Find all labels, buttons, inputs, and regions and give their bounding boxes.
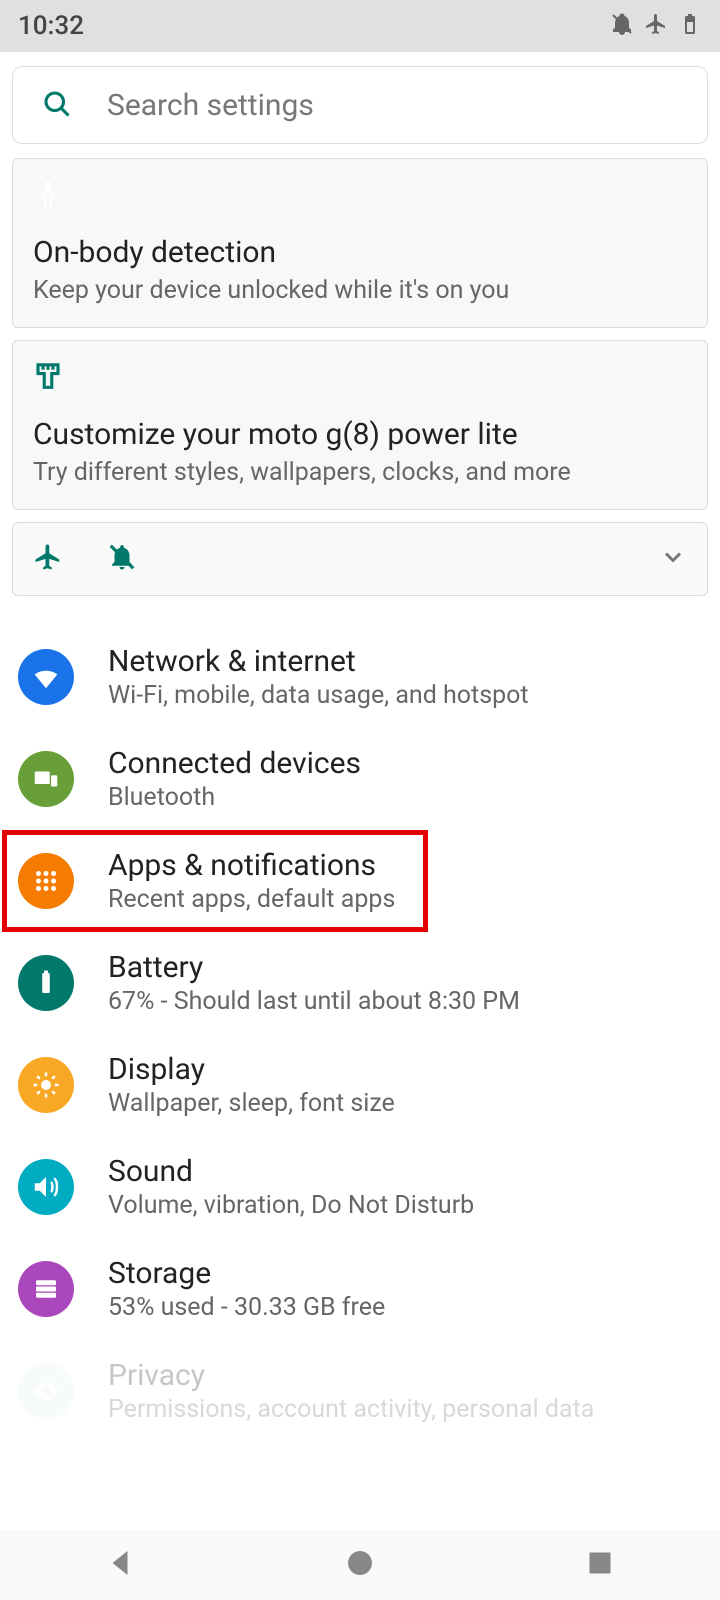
item-title: Privacy bbox=[108, 1358, 594, 1393]
airplane-icon[interactable] bbox=[33, 542, 63, 576]
item-title: Display bbox=[108, 1052, 395, 1087]
card-title: On-body detection bbox=[33, 235, 687, 270]
item-title: Connected devices bbox=[108, 746, 361, 781]
dnd-off-icon bbox=[610, 12, 634, 40]
chevron-down-icon[interactable] bbox=[659, 543, 687, 575]
navigation-bar bbox=[0, 1530, 720, 1600]
settings-item-storage[interactable]: Storage 53% used - 30.33 GB free bbox=[12, 1238, 708, 1340]
settings-item-battery[interactable]: Battery 67% - Should last until about 8:… bbox=[12, 932, 708, 1034]
status-time: 10:32 bbox=[18, 11, 84, 41]
item-sub: Recent apps, default apps bbox=[108, 885, 395, 914]
item-title: Network & internet bbox=[108, 644, 529, 679]
item-sub: Volume, vibration, Do Not Disturb bbox=[108, 1191, 474, 1220]
search-placeholder: Search settings bbox=[107, 88, 314, 123]
item-sub: Permissions, account activity, personal … bbox=[108, 1395, 594, 1424]
card-subtitle: Keep your device unlocked while it's on … bbox=[33, 276, 687, 305]
settings-list: Network & internet Wi-Fi, mobile, data u… bbox=[12, 626, 708, 1442]
item-sub: Wallpaper, sleep, font size bbox=[108, 1089, 395, 1118]
apps-icon bbox=[18, 853, 74, 909]
card-title: Customize your moto g(8) power lite bbox=[33, 417, 687, 452]
item-title: Storage bbox=[108, 1256, 385, 1291]
airplane-icon bbox=[644, 12, 668, 40]
item-title: Apps & notifications bbox=[108, 848, 395, 883]
settings-item-apps[interactable]: Apps & notifications Recent apps, defaul… bbox=[12, 830, 708, 932]
privacy-icon bbox=[18, 1363, 74, 1419]
settings-item-connected[interactable]: Connected devices Bluetooth bbox=[12, 728, 708, 830]
quick-toggle-bar[interactable] bbox=[12, 522, 708, 596]
wifi-icon bbox=[18, 649, 74, 705]
item-sub: Wi-Fi, mobile, data usage, and hotspot bbox=[108, 681, 529, 710]
settings-item-network[interactable]: Network & internet Wi-Fi, mobile, data u… bbox=[12, 626, 708, 728]
battery-icon bbox=[18, 955, 74, 1011]
storage-icon bbox=[18, 1261, 74, 1317]
settings-item-sound[interactable]: Sound Volume, vibration, Do Not Disturb bbox=[12, 1136, 708, 1238]
brightness-icon bbox=[18, 1057, 74, 1113]
nav-home-button[interactable] bbox=[342, 1545, 378, 1585]
card-customize[interactable]: Customize your moto g(8) power lite Try … bbox=[12, 340, 708, 510]
settings-item-privacy[interactable]: Privacy Permissions, account activity, p… bbox=[12, 1340, 708, 1442]
settings-item-display[interactable]: Display Wallpaper, sleep, font size bbox=[12, 1034, 708, 1136]
dnd-off-icon[interactable] bbox=[107, 542, 137, 576]
nav-recent-button[interactable] bbox=[582, 1545, 618, 1585]
devices-icon bbox=[18, 751, 74, 807]
card-onbody-detection[interactable]: On-body detection Keep your device unloc… bbox=[12, 158, 708, 328]
item-sub: 53% used - 30.33 GB free bbox=[108, 1293, 385, 1322]
battery-icon bbox=[678, 12, 702, 40]
sound-icon bbox=[18, 1159, 74, 1215]
item-sub: 67% - Should last until about 8:30 PM bbox=[108, 987, 520, 1016]
item-sub: Bluetooth bbox=[108, 783, 361, 812]
status-icons bbox=[610, 12, 702, 40]
person-icon bbox=[33, 179, 687, 213]
card-subtitle: Try different styles, wallpapers, clocks… bbox=[33, 458, 687, 487]
search-icon bbox=[41, 88, 107, 122]
nav-back-button[interactable] bbox=[102, 1545, 138, 1585]
brush-icon bbox=[33, 361, 687, 395]
item-title: Battery bbox=[108, 950, 520, 985]
item-title: Sound bbox=[108, 1154, 474, 1189]
search-settings[interactable]: Search settings bbox=[12, 66, 708, 144]
status-bar: 10:32 bbox=[0, 0, 720, 52]
